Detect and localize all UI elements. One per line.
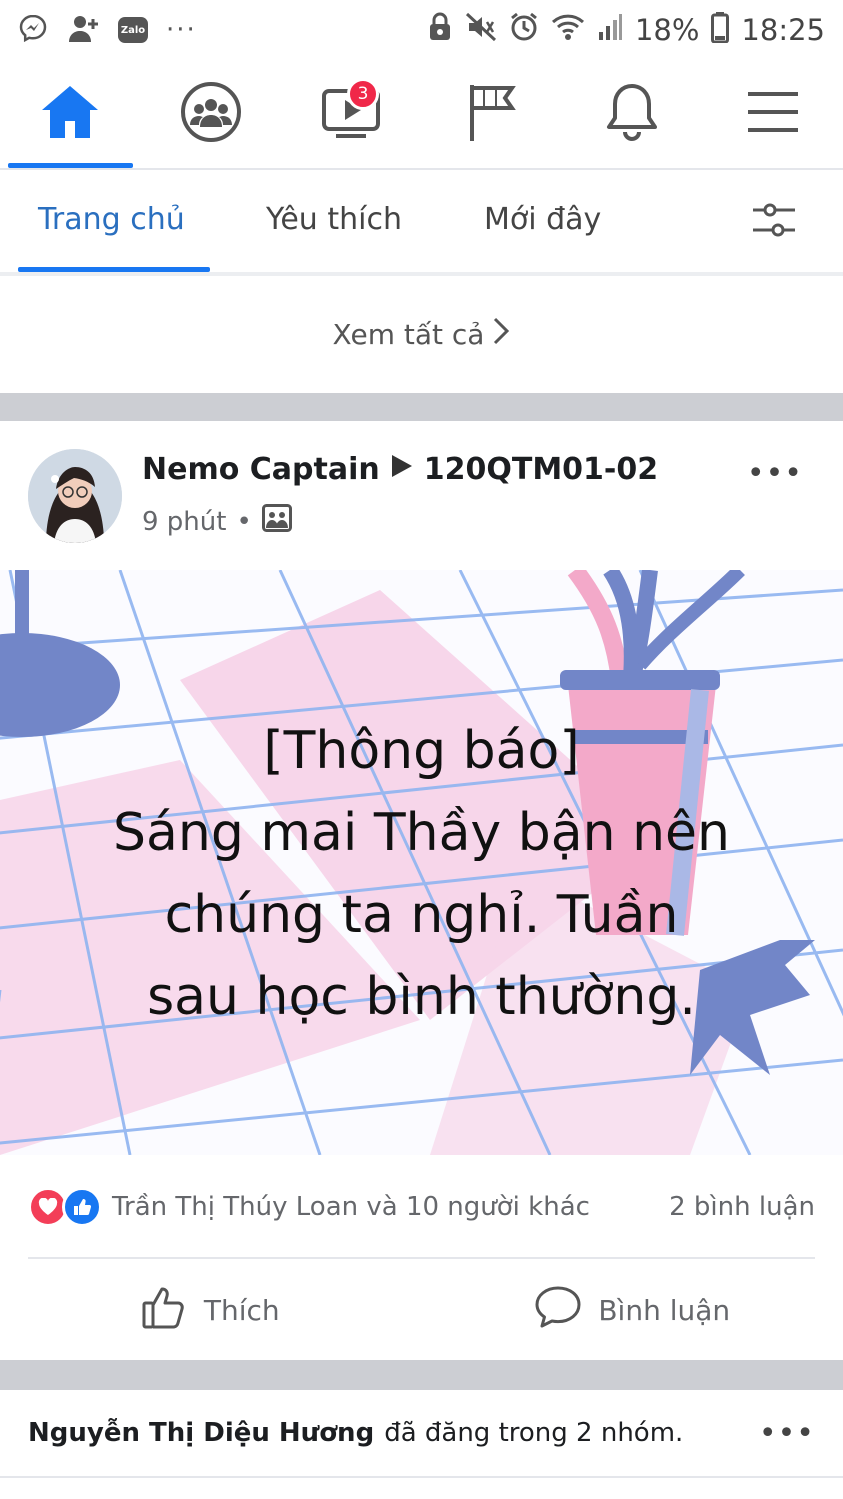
next-post-header: Nguyễn Thị Diệu Hương đã đăng trong 2 nh… [0, 1390, 843, 1478]
add-friend-icon [66, 13, 100, 47]
messenger-icon [18, 13, 48, 47]
post-text-line: Sáng mai Thầy bận nên [112, 803, 731, 863]
vpn-icon [427, 12, 453, 49]
post-separator [0, 1360, 843, 1390]
menu-icon [746, 88, 800, 140]
bell-icon [605, 82, 659, 146]
comment-label: Bình luận [598, 1293, 731, 1327]
more-notifications-icon: ··· [166, 15, 197, 45]
post-text-line: sau học bình thường. [147, 967, 696, 1027]
tab-recent[interactable]: Mới đây [484, 202, 601, 237]
zalo-icon: Zalo [118, 17, 148, 43]
next-post-text: đã đăng trong 2 nhóm. [384, 1418, 684, 1448]
next-post-more-button[interactable]: ••• [759, 1416, 815, 1451]
post-meta: 9 phút • [142, 504, 292, 539]
nav-watch[interactable]: 3 [281, 60, 422, 168]
section-separator [0, 393, 843, 421]
tab-favorites[interactable]: Yêu thích [266, 202, 402, 237]
avatar[interactable] [28, 449, 122, 543]
post-time[interactable]: 9 phút [142, 507, 226, 537]
status-bar: Zalo ··· 18% 18:25 [0, 0, 843, 60]
post-text: [Thông báo] Sáng mai Thầy bận nên chúng … [0, 710, 843, 1038]
nav-menu[interactable] [703, 60, 843, 168]
see-all-link[interactable]: Xem tất cả [0, 276, 843, 393]
chevron-right-icon [492, 316, 510, 353]
post-group[interactable]: 120QTM01-02 [424, 452, 658, 487]
post-text-line: [Thông báo] [263, 721, 580, 781]
battery-percent: 18% [634, 13, 700, 47]
post-actions: Thích Bình luận [0, 1262, 843, 1358]
top-nav: 3 [0, 60, 843, 170]
comment-button[interactable]: Bình luận [422, 1262, 843, 1358]
nav-notifications[interactable] [562, 60, 703, 168]
like-label: Thích [203, 1293, 280, 1327]
next-post-author[interactable]: Nguyễn Thị Diệu Hương [28, 1418, 374, 1448]
post-image[interactable]: [Thông báo] Sáng mai Thầy bận nên chúng … [0, 570, 843, 1155]
home-icon [39, 83, 101, 145]
wifi-icon [551, 12, 585, 49]
meta-dot: • [236, 506, 252, 537]
reaction-icons[interactable] [28, 1187, 102, 1227]
flag-icon [466, 82, 518, 146]
see-all-label: Xem tất cả [332, 318, 485, 351]
filter-icon[interactable] [751, 200, 797, 244]
group-audience-icon [261, 504, 292, 539]
watch-badge: 3 [347, 78, 379, 110]
clock: 18:25 [741, 13, 825, 47]
post-author-line: Nemo Captain 120QTM01-02 [142, 452, 658, 487]
post-more-button[interactable]: ••• [747, 456, 803, 491]
reactions-bar: Trần Thị Thúy Loan và 10 người khác 2 bì… [0, 1172, 843, 1242]
post-author[interactable]: Nemo Captain [142, 452, 380, 487]
nav-groups[interactable] [141, 60, 282, 168]
tab-home[interactable]: Trang chủ [38, 202, 185, 237]
status-right: 18% 18:25 [427, 11, 825, 50]
caret-right-icon [390, 452, 414, 487]
signal-icon [597, 12, 623, 49]
alarm-icon [509, 12, 539, 49]
nav-pages[interactable] [422, 60, 563, 168]
reactors-text[interactable]: Trần Thị Thúy Loan và 10 người khác [112, 1192, 590, 1222]
post-divider [28, 1257, 815, 1259]
thumbs-up-icon [142, 1284, 188, 1337]
post-header: Nemo Captain 120QTM01-02 9 phút • ••• [0, 422, 843, 562]
comment-icon [534, 1285, 582, 1336]
post-text-line: chúng ta nghỉ. Tuần [164, 885, 679, 945]
mute-icon [465, 12, 497, 49]
nav-home[interactable] [0, 60, 141, 168]
status-left: Zalo ··· [18, 13, 197, 47]
groups-icon [180, 81, 242, 147]
like-reaction-icon [62, 1187, 102, 1227]
like-button[interactable]: Thích [0, 1262, 422, 1358]
comment-count[interactable]: 2 bình luận [669, 1192, 815, 1222]
battery-icon [711, 11, 730, 50]
